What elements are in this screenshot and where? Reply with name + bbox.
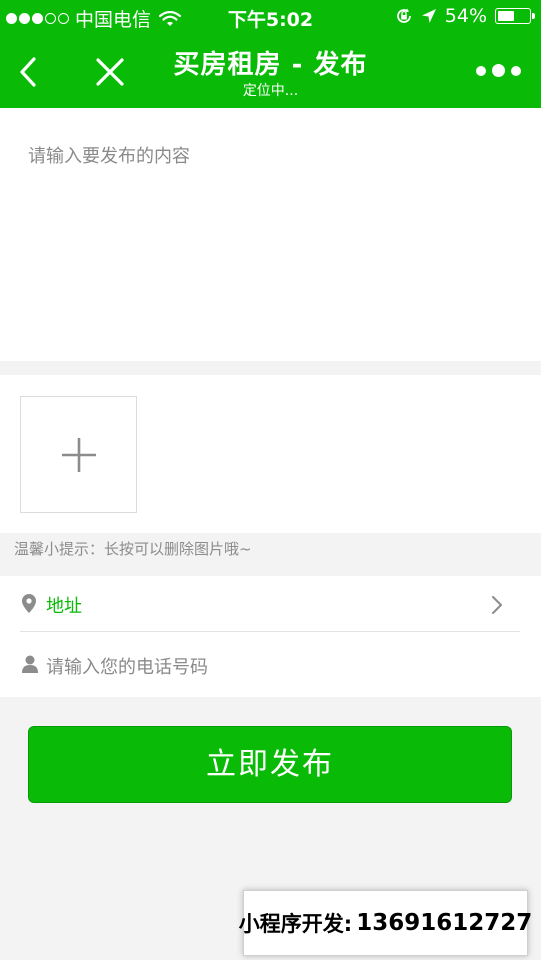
more-icon[interactable] (476, 64, 521, 77)
image-upload-section (0, 375, 541, 533)
address-row[interactable]: 地址 (0, 576, 541, 632)
contact-watermark: 小程序开发: 13691612727 (239, 890, 532, 956)
content-textarea[interactable]: 请输入要发布的内容 (0, 108, 541, 361)
rotation-lock-icon (396, 8, 411, 23)
location-status: 定位中... (242, 83, 299, 99)
divider (20, 631, 520, 632)
plus-icon (62, 438, 96, 472)
publish-button[interactable]: 立即发布 (28, 726, 512, 803)
battery-icon (495, 8, 535, 24)
phone-placeholder: 请输入您的电话号码 (46, 657, 208, 678)
user-icon (22, 655, 38, 673)
battery-percent: 54% (444, 5, 487, 27)
page-title: 买房租房 - 发布 (173, 50, 368, 80)
status-bar: 中国电信 下午5:02 54% (0, 0, 541, 36)
tip-text: 温馨小提示：长按可以删除图片哦~ (14, 540, 252, 558)
phone-field[interactable]: 请输入您的电话号码 (0, 637, 541, 693)
location-arrow-icon (421, 9, 436, 23)
form-section: 地址 请输入您的电话号码 (0, 576, 541, 697)
status-bar-right: 54% (395, 5, 535, 27)
content-placeholder: 请输入要发布的内容 (28, 146, 190, 167)
chevron-right-icon (492, 596, 502, 614)
add-image-button[interactable] (20, 396, 137, 513)
watermark-phone: 13691612727 (356, 910, 533, 936)
location-pin-icon (22, 594, 36, 613)
address-label: 地址 (46, 596, 82, 617)
navigation-bar: 买房租房 - 发布 定位中... (0, 36, 541, 108)
battery-level (498, 11, 514, 21)
watermark-label: 小程序开发: (238, 912, 353, 936)
